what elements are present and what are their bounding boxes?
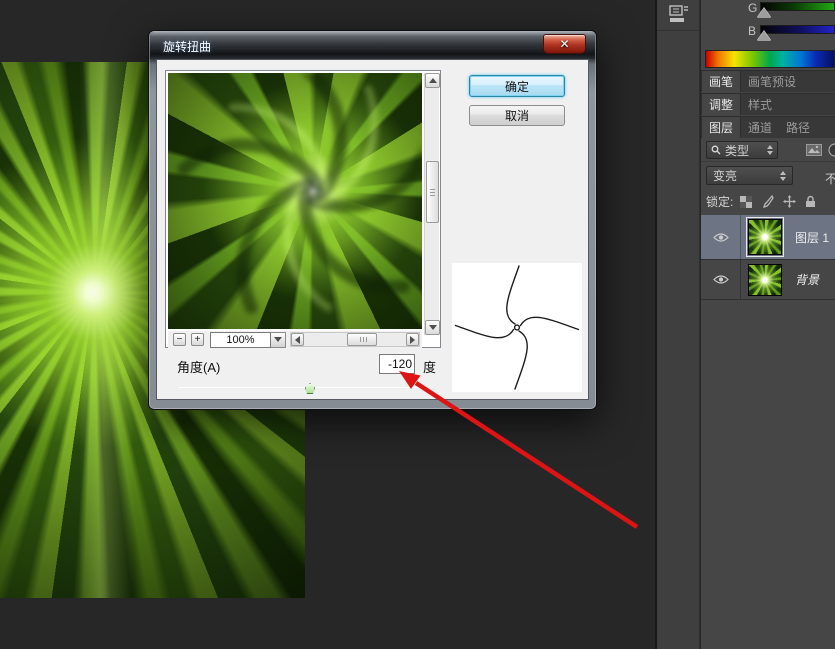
angle-slider-track[interactable] bbox=[179, 387, 427, 388]
tab-styles[interactable]: 样式 bbox=[741, 94, 779, 115]
zoom-level-value: 100% bbox=[210, 332, 271, 348]
angle-slider[interactable] bbox=[179, 382, 427, 394]
zoom-level-combo[interactable]: 100% bbox=[210, 332, 286, 348]
angle-input[interactable] bbox=[379, 354, 415, 374]
cancel-button[interactable]: 取消 bbox=[469, 105, 565, 126]
visibility-toggle[interactable] bbox=[701, 260, 741, 299]
zoom-in-button[interactable]: + bbox=[191, 333, 204, 346]
close-button[interactable]: ✕ bbox=[543, 34, 586, 54]
preview-vignette bbox=[168, 73, 422, 329]
lock-position-move-icon[interactable] bbox=[783, 195, 796, 208]
tab-adjustments[interactable]: 调整 bbox=[701, 94, 741, 115]
tab-brush-presets[interactable]: 画笔预设 bbox=[741, 71, 803, 92]
color-slider-row-b: B bbox=[701, 23, 835, 45]
lock-transparency-icon[interactable] bbox=[740, 196, 752, 208]
layer-lock-row: 锁定: bbox=[701, 188, 835, 215]
blend-mode-dropdown[interactable]: 变亮 bbox=[706, 166, 793, 185]
tab-channels[interactable]: 通道 bbox=[741, 117, 779, 138]
ok-button[interactable]: 确定 bbox=[469, 75, 565, 97]
preview-vertical-scrollbar[interactable] bbox=[424, 73, 439, 335]
dialog-title: 旋转扭曲 bbox=[163, 38, 211, 55]
twirl-wireframe-preview bbox=[452, 263, 582, 392]
color-slider-row-g: G bbox=[701, 0, 835, 22]
blend-mode-row: 变亮 不 bbox=[701, 161, 835, 188]
triangle-up-icon bbox=[429, 78, 437, 83]
visibility-toggle[interactable] bbox=[701, 215, 741, 259]
layer-filter-type-label: 类型 bbox=[725, 142, 749, 159]
triangle-right-icon bbox=[410, 336, 415, 344]
filter-preview-image[interactable] bbox=[168, 73, 422, 329]
tab-layers[interactable]: 图层 bbox=[701, 117, 741, 138]
g-channel-slider[interactable] bbox=[760, 2, 835, 11]
layer-thumbnail[interactable] bbox=[748, 219, 782, 255]
triangle-left-icon bbox=[295, 336, 300, 344]
angle-label: 角度(A) bbox=[177, 357, 220, 376]
layer-row-background[interactable]: 背景 bbox=[701, 260, 835, 300]
triangle-down-icon bbox=[274, 337, 282, 342]
tab-paths[interactable]: 路径 bbox=[779, 117, 817, 138]
opacity-label-clipped: 不 bbox=[825, 170, 835, 187]
twirl-wireframe-curves bbox=[452, 263, 582, 392]
angle-slider-thumb[interactable] bbox=[305, 383, 315, 394]
filter-preview-frame: − + 100% bbox=[165, 70, 441, 348]
blend-mode-value: 变亮 bbox=[713, 167, 737, 184]
preview-horizontal-scrollbar[interactable] bbox=[290, 332, 420, 347]
layer-filter-row: 类型 bbox=[701, 139, 835, 161]
scroll-right-button[interactable] bbox=[406, 333, 419, 346]
lock-label: 锁定: bbox=[706, 193, 733, 210]
search-icon bbox=[711, 145, 721, 155]
tab-row-layers: 图层 通道 路径 bbox=[701, 116, 835, 138]
g-slider-thumb[interactable] bbox=[757, 8, 771, 18]
layer-name[interactable]: 背景 bbox=[795, 271, 819, 288]
collapsed-panel-dock bbox=[655, 0, 700, 649]
triangle-down-icon bbox=[429, 325, 437, 330]
filter-adjustment-icon[interactable] bbox=[828, 143, 835, 157]
chevron-updown-icon bbox=[780, 171, 786, 181]
dialog-client-area: − + 100% 确定 取消 bbox=[156, 59, 589, 400]
photoshop-workspace: G B 画笔 画笔预设 调整 样式 图层 通道 路径 bbox=[0, 0, 835, 649]
lock-pixels-brush-icon[interactable] bbox=[761, 195, 774, 208]
tab-brush[interactable]: 画笔 bbox=[701, 71, 741, 92]
color-spectrum-ramp[interactable] bbox=[705, 50, 835, 68]
g-channel-label: G bbox=[748, 1, 757, 15]
b-channel-slider[interactable] bbox=[760, 25, 835, 34]
collapsed-panel-button[interactable] bbox=[657, 0, 699, 31]
chevron-updown-icon bbox=[767, 145, 773, 155]
preview-zoom-controls: − + 100% bbox=[168, 331, 422, 348]
eye-icon bbox=[713, 274, 729, 285]
filter-image-icon[interactable] bbox=[806, 144, 822, 156]
scroll-up-button[interactable] bbox=[425, 73, 440, 88]
dialog-titlebar[interactable]: 旋转扭曲 ✕ bbox=[150, 32, 595, 59]
lock-all-icon[interactable] bbox=[805, 195, 816, 208]
vertical-scroll-thumb[interactable] bbox=[426, 161, 439, 223]
scroll-down-button[interactable] bbox=[425, 320, 440, 335]
layer-filter-type-dropdown[interactable]: 类型 bbox=[706, 141, 778, 159]
panel-dock-icon bbox=[667, 5, 689, 25]
eye-icon bbox=[713, 232, 729, 243]
horizontal-scroll-thumb[interactable] bbox=[347, 333, 377, 346]
b-slider-thumb[interactable] bbox=[757, 31, 771, 41]
twirl-filter-dialog: 旋转扭曲 ✕ bbox=[148, 30, 597, 410]
tab-row-brush: 画笔 画笔预设 bbox=[701, 70, 835, 92]
close-icon: ✕ bbox=[559, 37, 569, 51]
zoom-out-button[interactable]: − bbox=[173, 333, 186, 346]
angle-unit-label: 度 bbox=[423, 357, 436, 376]
tab-row-adjustments: 调整 样式 bbox=[701, 93, 835, 115]
right-panel-column: G B 画笔 画笔预设 调整 样式 图层 通道 路径 bbox=[701, 0, 835, 649]
zoom-dropdown-button[interactable] bbox=[271, 332, 286, 348]
layer-name[interactable]: 图层 1 bbox=[795, 229, 829, 246]
layer-row-layer1[interactable]: 图层 1 bbox=[701, 215, 835, 260]
b-channel-label: B bbox=[748, 24, 756, 38]
scroll-left-button[interactable] bbox=[291, 333, 304, 346]
layer-thumbnail[interactable] bbox=[748, 264, 782, 296]
